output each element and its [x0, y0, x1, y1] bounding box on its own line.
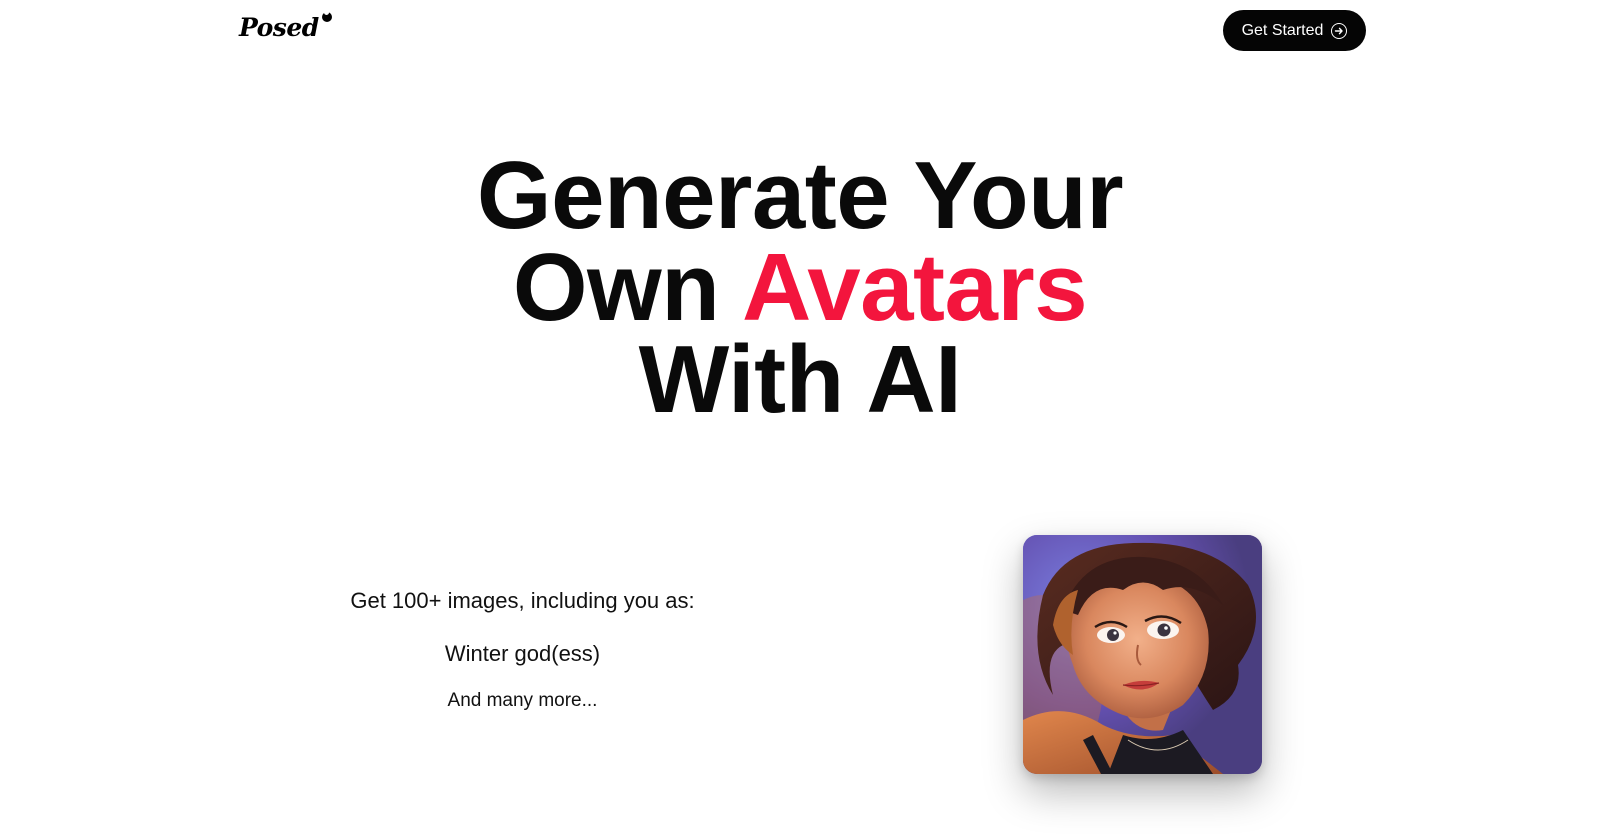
get-started-button[interactable]: Get Started: [1223, 10, 1366, 51]
avatar-example-image: [1023, 535, 1262, 774]
hero-heading: Generate Your Own Avatars With AI: [0, 142, 1600, 433]
offer-more: And many more...: [447, 690, 598, 711]
hero-line-2: Own Avatars: [0, 240, 1600, 336]
avatar-portrait-illustration: [1023, 535, 1262, 774]
get-started-label: Get Started: [1241, 21, 1324, 39]
logo-text: Posed: [239, 13, 319, 42]
offer-intro: Get 100+ images, including you as:: [350, 588, 695, 613]
hero-line-1: Generate Your: [476, 142, 1124, 249]
logo-mark-icon: [321, 10, 332, 22]
logo[interactable]: Posed: [239, 10, 332, 44]
landing-page: Posed Get Started Generate Your Own Avat…: [0, 0, 1600, 834]
hero-line-2-prefix: Own: [512, 234, 742, 341]
arrow-right-circle-icon: [1331, 22, 1348, 39]
site-header: Posed Get Started: [0, 0, 1600, 62]
offer-style-rotator: Winter god(ess): [444, 641, 601, 666]
offer-section: Get 100+ images, including you as: Winte…: [340, 586, 705, 714]
hero-line-3: With AI: [638, 326, 962, 433]
hero-accent-word: Avatars: [741, 234, 1088, 341]
